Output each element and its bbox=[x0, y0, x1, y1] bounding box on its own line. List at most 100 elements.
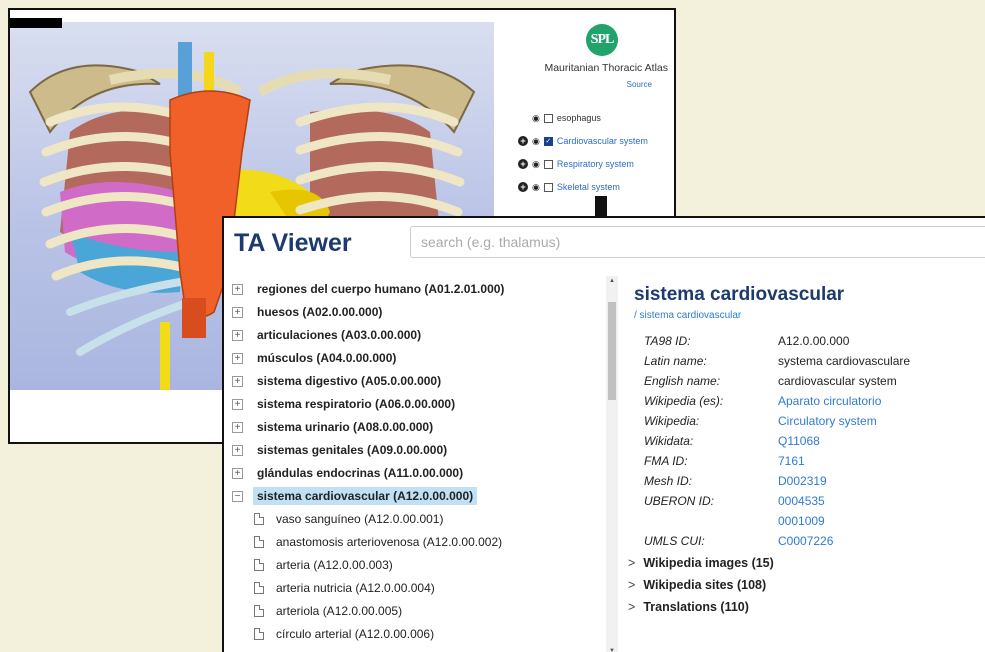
tree-node[interactable]: + sistema respiratorio (A06.0.00.000) bbox=[232, 393, 455, 415]
expand-icon[interactable]: + bbox=[232, 421, 243, 433]
section-label[interactable]: Wikipedia sites (108) bbox=[643, 578, 766, 592]
layer-label[interactable]: Respiratory system bbox=[557, 159, 634, 169]
tree-leaf[interactable]: círculo arterial (A12.0.00.006) bbox=[254, 623, 434, 645]
expand-icon[interactable]: + bbox=[518, 159, 528, 169]
collapse-icon[interactable]: − bbox=[232, 490, 243, 502]
tree-node[interactable]: + regiones del cuerpo humano (A01.2.01.0… bbox=[232, 278, 504, 300]
field-key bbox=[644, 514, 778, 534]
tree-node-label[interactable]: sistemas genitales (A09.0.00.000) bbox=[257, 443, 447, 457]
layer-checkbox[interactable] bbox=[543, 159, 553, 169]
tree-leaf-label[interactable]: arteria nutricia (A12.0.00.004) bbox=[276, 581, 435, 595]
tree-leaf-label[interactable]: anastomosis arteriovenosa (A12.0.00.002) bbox=[276, 535, 502, 549]
tree-leaf-label[interactable]: círculo arterial (A12.0.00.006) bbox=[276, 627, 434, 641]
chevron-right-icon: > bbox=[628, 556, 636, 570]
layer-checkbox[interactable] bbox=[543, 113, 553, 123]
scroll-up-icon[interactable]: ▲ bbox=[609, 278, 615, 284]
field-key: TA98 ID: bbox=[644, 334, 691, 348]
tree-node[interactable]: + huesos (A02.0.00.000) bbox=[232, 301, 382, 323]
expand-icon[interactable]: + bbox=[232, 306, 243, 318]
field-link[interactable]: 0004535 bbox=[778, 494, 825, 514]
tree-node-selected[interactable]: − sistema cardiovascular (A12.0.00.000) bbox=[232, 485, 478, 507]
tree-leaf-label[interactable]: arteriola (A12.0.00.005) bbox=[276, 604, 402, 618]
tree-leaf-label[interactable]: vaso sanguíneo (A12.0.00.001) bbox=[276, 512, 443, 526]
expand-icon[interactable]: + bbox=[232, 444, 243, 456]
field-key: Latin name: bbox=[644, 354, 707, 368]
tree-node-label[interactable]: huesos (A02.0.00.000) bbox=[257, 305, 382, 319]
section-translations[interactable]: > Translations (110) bbox=[628, 596, 749, 618]
eye-icon[interactable]: ◉ bbox=[532, 182, 540, 193]
tree-leaf[interactable]: vaso sanguíneo (A12.0.00.001) bbox=[254, 508, 443, 530]
field-link[interactable]: Q11068 bbox=[778, 434, 820, 454]
field-value: cardiovascular system bbox=[778, 374, 897, 388]
tree-node-label[interactable]: sistema digestivo (A05.0.00.000) bbox=[257, 374, 441, 388]
tree-leaf[interactable]: anastomosis arteriovenosa (A12.0.00.002) bbox=[254, 531, 502, 553]
field-link[interactable]: 0001009 bbox=[778, 514, 825, 534]
field-link[interactable]: Circulatory system bbox=[778, 414, 877, 434]
field-link[interactable]: 7161 bbox=[778, 454, 805, 474]
field-link[interactable]: Aparato circulatorio bbox=[778, 394, 881, 414]
expand-icon[interactable]: + bbox=[232, 329, 243, 341]
source-link[interactable]: Source bbox=[502, 80, 652, 89]
search-input[interactable]: search (e.g. thalamus) bbox=[410, 226, 985, 258]
tree-node-label[interactable]: glándulas endocrinas (A11.0.00.000) bbox=[257, 466, 463, 480]
tree-node-label[interactable]: sistema cardiovascular (A12.0.00.000) bbox=[253, 487, 478, 505]
eye-icon[interactable]: ◉ bbox=[532, 159, 540, 170]
field-value: systema cardiovasculare bbox=[778, 354, 911, 368]
tree-node[interactable]: + articulaciones (A03.0.00.000) bbox=[232, 324, 421, 346]
breadcrumb[interactable]: / sistema cardiovascular bbox=[634, 310, 741, 321]
document-icon bbox=[254, 628, 264, 640]
field-latin-name: Latin name: systema cardiovasculare bbox=[644, 354, 910, 374]
section-wikipedia-sites[interactable]: > Wikipedia sites (108) bbox=[628, 574, 766, 596]
layer-checkbox[interactable]: ✓ bbox=[543, 136, 553, 146]
term-tree: + regiones del cuerpo humano (A01.2.01.0… bbox=[224, 276, 618, 652]
field-uberon-id-2: 0001009 bbox=[644, 514, 825, 534]
tree-leaf[interactable]: arteriola (A12.0.00.005) bbox=[254, 600, 402, 622]
tree-node[interactable]: + glándulas endocrinas (A11.0.00.000) bbox=[232, 462, 463, 484]
expand-icon[interactable]: + bbox=[232, 283, 243, 295]
tree-leaf[interactable]: arteria nutricia (A12.0.00.004) bbox=[254, 577, 435, 599]
atlas-layer-panel: SPL Mauritanian Thoracic Atlas Source ◉ … bbox=[502, 22, 674, 222]
tree-node-label[interactable]: sistema respiratorio (A06.0.00.000) bbox=[257, 397, 455, 411]
tree-node-label[interactable]: sistema urinario (A08.0.00.000) bbox=[257, 420, 433, 434]
tree-node[interactable]: + sistema digestivo (A05.0.00.000) bbox=[232, 370, 441, 392]
viewport-title-bar bbox=[10, 18, 62, 28]
section-label[interactable]: Translations (110) bbox=[643, 600, 749, 614]
field-key: Mesh ID: bbox=[644, 474, 693, 488]
document-icon bbox=[254, 582, 264, 594]
detail-title: sistema cardiovascular bbox=[634, 284, 845, 305]
field-link[interactable]: C0007226 bbox=[778, 534, 833, 554]
tree-node-label[interactable]: articulaciones (A03.0.00.000) bbox=[257, 328, 421, 342]
tree-scrollbar[interactable]: ▲ ▼ bbox=[606, 276, 618, 652]
field-key: Wikipedia (es): bbox=[644, 394, 724, 408]
expand-icon[interactable]: + bbox=[232, 398, 243, 410]
term-detail-panel: sistema cardiovascular / sistema cardiov… bbox=[620, 276, 985, 652]
tree-node[interactable]: + sistemas genitales (A09.0.00.000) bbox=[232, 439, 447, 461]
tree-node-label[interactable]: músculos (A04.0.00.000) bbox=[257, 351, 396, 365]
section-label[interactable]: Wikipedia images (15) bbox=[643, 556, 774, 570]
field-link[interactable]: D002319 bbox=[778, 474, 827, 494]
field-value: A12.0.00.000 bbox=[778, 334, 850, 348]
field-wikidata: Wikidata: Q11068 bbox=[644, 434, 820, 454]
section-wikipedia-images[interactable]: > Wikipedia images (15) bbox=[628, 552, 774, 574]
tree-node-label[interactable]: regiones del cuerpo humano (A01.2.01.000… bbox=[257, 282, 504, 296]
scroll-down-icon[interactable]: ▼ bbox=[609, 648, 615, 652]
expand-icon[interactable]: + bbox=[518, 136, 528, 146]
layer-label[interactable]: Cardiovascular system bbox=[557, 136, 648, 146]
expand-icon[interactable]: + bbox=[232, 352, 243, 364]
field-wikipedia-es: Wikipedia (es): Aparato circulatorio bbox=[644, 394, 881, 414]
tree-leaf-label[interactable]: arteria (A12.0.00.003) bbox=[276, 558, 393, 572]
layer-checkbox[interactable] bbox=[543, 182, 553, 192]
expand-icon[interactable]: + bbox=[232, 375, 243, 387]
ta-viewer-logo[interactable]: TA Viewer bbox=[234, 229, 352, 258]
eye-icon[interactable]: ◉ bbox=[532, 113, 540, 124]
expand-icon[interactable]: + bbox=[518, 182, 528, 192]
tree-node[interactable]: + sistema urinario (A08.0.00.000) bbox=[232, 416, 433, 438]
eye-icon[interactable]: ◉ bbox=[532, 136, 540, 147]
layer-row-skeletal: + ◉ Skeletal system bbox=[518, 179, 620, 195]
document-icon bbox=[254, 605, 264, 617]
tree-node[interactable]: + músculos (A04.0.00.000) bbox=[232, 347, 396, 369]
scrollbar-thumb[interactable] bbox=[608, 302, 616, 400]
tree-leaf[interactable]: arteria (A12.0.00.003) bbox=[254, 554, 393, 576]
expand-icon[interactable]: + bbox=[232, 467, 243, 479]
layer-label[interactable]: Skeletal system bbox=[557, 182, 620, 192]
